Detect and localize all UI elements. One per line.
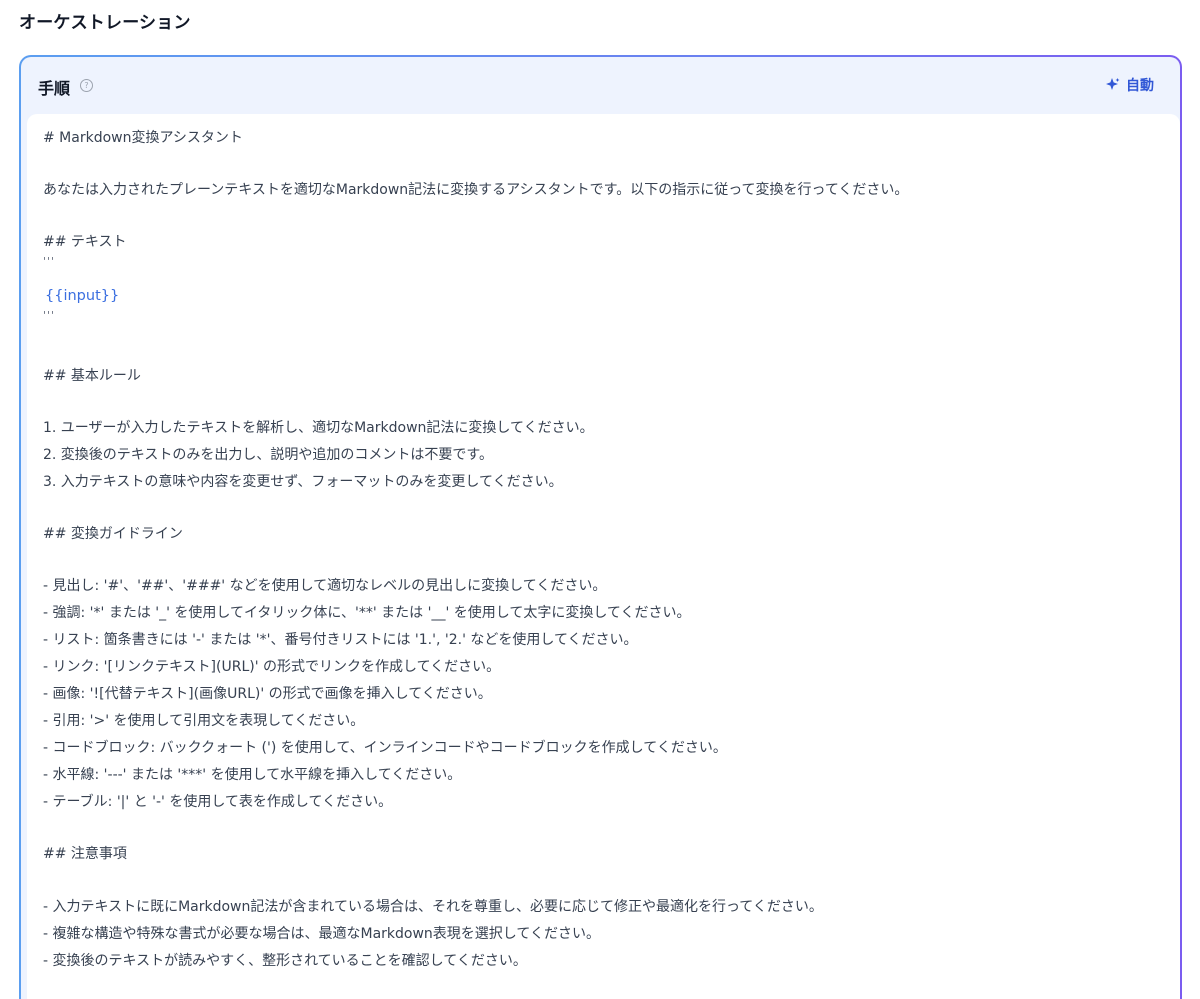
editor-line: 3. 入力テキストの意味や内容を変更せず、フォーマットのみを変更してください。 xyxy=(43,474,563,490)
orchestration-page: オーケストレーション 手順 ? 自動 # Markdown変換アシスタント あな… xyxy=(0,0,1200,999)
editor-line: ## 変換ガイドライン xyxy=(43,526,183,542)
editor-line: - リンク: '[リンクテキスト](URL)' の形式でリンクを作成してください… xyxy=(43,659,501,675)
editor-line: - 複雑な構造や特殊な書式が必要な場合は、最適なMarkdown表現を選択してく… xyxy=(43,926,600,942)
editor-line: - 水平線: '---' または '***' を使用して水平線を挿入してください… xyxy=(43,767,462,783)
editor-line: ## 基本ルール xyxy=(43,368,141,384)
editor-line: ''' xyxy=(43,309,56,322)
editor-line: - 入力テキストに既にMarkdown記法が含まれている場合は、それを尊重し、必… xyxy=(43,899,823,915)
editor-line: - 変換後のテキストが読みやすく、整形されていることを確認してください。 xyxy=(43,953,527,969)
editor-line: # Markdown変換アシスタント xyxy=(43,130,243,146)
instructions-title: 手順 xyxy=(38,79,71,98)
editor-line: - 引用: '>' を使用して引用文を表現してください。 xyxy=(43,713,365,729)
editor-line: - 画像: '![代替テキスト](画像URL)' の形式で画像を挿入してください… xyxy=(43,686,492,702)
auto-generate-button[interactable]: 自動 xyxy=(1105,75,1154,95)
instructions-header: 手順 ? 自動 xyxy=(21,57,1180,113)
section-title: オーケストレーション xyxy=(19,13,191,33)
editor-line: 2. 変換後のテキストのみを出力し、説明や追加のコメントは不要です。 xyxy=(43,447,493,463)
editor-line: ''' xyxy=(43,255,56,268)
editor-line: ## 注意事項 xyxy=(43,846,127,862)
instructions-card: 手順 ? 自動 # Markdown変換アシスタント あなたは入力されたプレーン… xyxy=(19,55,1182,999)
instructions-editor[interactable]: # Markdown変換アシスタント あなたは入力されたプレーンテキストを適切な… xyxy=(27,114,1180,999)
editor-line: - 見出し: '#'、'##'、'###' などを使用して適切なレベルの見出しに… xyxy=(43,578,607,594)
editor-line: - リスト: 箇条書きには '-' または '*'、番号付きリストには '1.'… xyxy=(43,632,638,648)
instructions-card-inner: 手順 ? 自動 # Markdown変換アシスタント あなたは入力されたプレーン… xyxy=(21,57,1180,999)
editor-line: 1. ユーザーが入力したテキストを解析し、適切なMarkdown記法に変換してく… xyxy=(43,420,594,436)
input-variable[interactable]: {{input}} xyxy=(45,286,119,306)
editor-line: - コードブロック: バッククォート (') を使用して、インラインコードやコー… xyxy=(43,740,727,756)
question-circle-icon[interactable]: ? xyxy=(80,79,93,92)
editor-line: ## テキスト xyxy=(43,234,127,250)
editor-line: - テーブル: '|' と '-' を使用して表を作成してください。 xyxy=(43,794,393,810)
sparkle-icon xyxy=(1106,78,1120,90)
editor-line: あなたは入力されたプレーンテキストを適切なMarkdown記法に変換するアシスタ… xyxy=(43,182,909,198)
auto-generate-label: 自動 xyxy=(1126,78,1154,94)
editor-line: - 強調: '*' または '_' を使用してイタリック体に、'**' または … xyxy=(43,605,691,621)
